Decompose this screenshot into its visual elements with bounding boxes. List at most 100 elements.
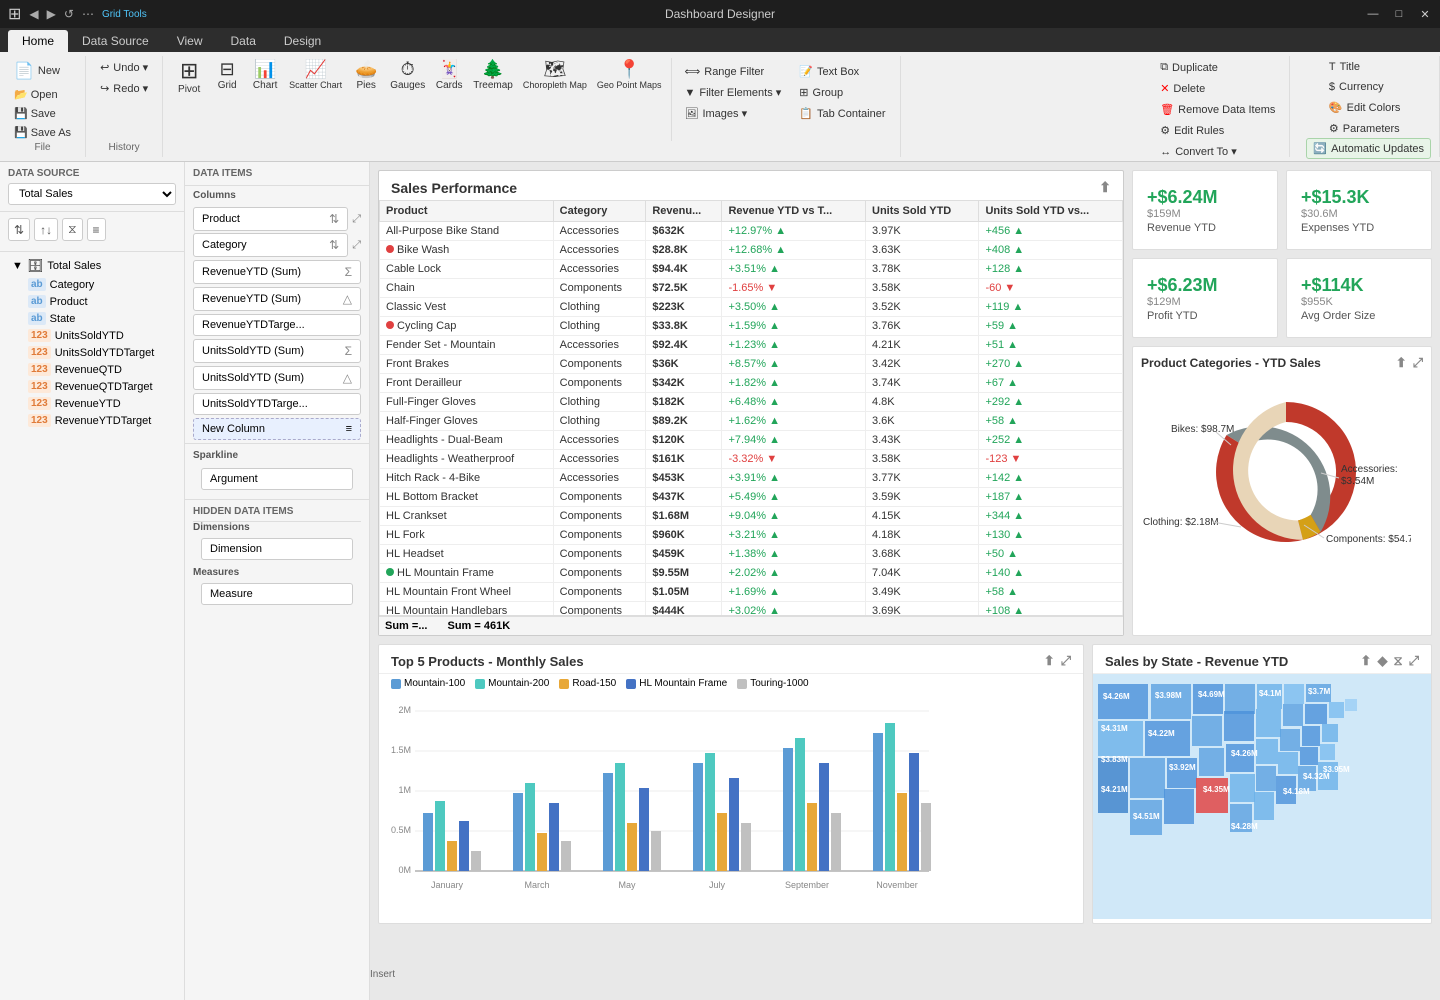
minimize-btn[interactable]: — — [1366, 7, 1380, 21]
insert-geopoint-btn[interactable]: 📍 Geo Point Maps — [593, 58, 666, 92]
table-row[interactable]: HL Mountain Frame Components $9.55M +2.0… — [380, 564, 1123, 583]
insert-choropleth-btn[interactable]: 🗺 Choropleth Map — [519, 58, 591, 92]
field-revenueytdtarget[interactable]: 123 RevenueYTDTarget — [24, 412, 176, 429]
table-row[interactable]: Chain Components $72.5K -1.65% ▼ 3.58K -… — [380, 279, 1123, 298]
map-icons[interactable]: ⬆ ◆ ⧖ ⤢ — [1361, 653, 1419, 669]
field-unitsytd[interactable]: 123 UnitsSoldYTD — [24, 327, 176, 344]
col-revytd-sum2-btn[interactable]: RevenueYTD (Sum) △ — [193, 287, 361, 311]
col-category[interactable]: Category — [553, 201, 646, 222]
fullscreen-icon-2[interactable]: ⤢ — [1061, 653, 1071, 669]
export-icon-3[interactable]: ⬆ — [1361, 653, 1372, 669]
table-row[interactable]: HL Crankset Components $1.68M +9.04% ▲ 4… — [380, 507, 1123, 526]
argument-btn[interactable]: Argument — [201, 468, 353, 490]
field-state[interactable]: ab State — [24, 310, 176, 327]
insert-pivot-btn[interactable]: ⊞ Pivot — [171, 58, 207, 97]
saveas-btn[interactable]: 💾 Save As — [8, 124, 77, 141]
filter-icon[interactable]: ⧖ — [1393, 653, 1402, 669]
tab-home[interactable]: Home — [8, 30, 68, 52]
new-btn[interactable]: 📄 New — [8, 58, 77, 84]
remove-data-btn[interactable]: 🗑 Remove Data Items — [1154, 100, 1281, 119]
col-unitsytd-sum2-btn[interactable]: UnitsSoldYTD (Sum) △ — [193, 366, 361, 390]
field-unitstarget[interactable]: 123 UnitsSoldYTDTarget — [24, 344, 176, 361]
field-revenueqtd[interactable]: 123 RevenueQTD — [24, 361, 176, 378]
insert-chart-btn[interactable]: 📊 Chart — [247, 58, 283, 93]
table-row[interactable]: Cycling Cap Clothing $33.8K +1.59% ▲ 3.7… — [380, 317, 1123, 336]
field-product[interactable]: ab Product — [24, 293, 176, 310]
table-row[interactable]: Fender Set - Mountain Accessories $92.4K… — [380, 336, 1123, 355]
col-category-btn[interactable]: Category ⇅ — [193, 233, 348, 257]
insert-pies-btn[interactable]: 🥧 Pies — [348, 58, 384, 93]
fullscreen-icon-3[interactable]: ⤢ — [1409, 653, 1419, 669]
table-row[interactable]: HL Headset Components $459K +1.38% ▲ 3.6… — [380, 545, 1123, 564]
table-row[interactable]: Headlights - Weatherproof Accessories $1… — [380, 450, 1123, 469]
col-unitsytd-sum1-btn[interactable]: UnitsSoldYTD (Sum) Σ — [193, 339, 361, 363]
open-btn[interactable]: 📂 Open — [8, 86, 77, 103]
parameters-btn[interactable]: ⚙ Parameters — [1323, 119, 1406, 138]
table-row[interactable]: All-Purpose Bike Stand Accessories $632K… — [380, 222, 1123, 241]
tree-root[interactable]: ▼ 🗄 Total Sales — [8, 256, 176, 276]
field-revenueytd[interactable]: 123 RevenueYTD — [24, 395, 176, 412]
edit-rules-btn[interactable]: ⚙ Edit Rules — [1154, 121, 1230, 140]
diamond-icon[interactable]: ◆ — [1377, 653, 1387, 669]
expand-category-icon[interactable]: ⤢ — [352, 239, 361, 252]
title-btn[interactable]: T Title — [1323, 58, 1366, 76]
col-revytd-sum1-btn[interactable]: RevenueYTD (Sum) Σ — [193, 260, 361, 284]
table-row[interactable]: Classic Vest Clothing $223K +3.50% ▲ 3.5… — [380, 298, 1123, 317]
pie-icons[interactable]: ⬆ ⤢ — [1396, 355, 1423, 371]
dimension-btn[interactable]: Dimension — [201, 538, 353, 560]
table-row[interactable]: HL Fork Components $960K +3.21% ▲ 4.18K … — [380, 526, 1123, 545]
field-revenueqtdtarget[interactable]: 123 RevenueQTDTarget — [24, 378, 176, 395]
images-btn[interactable]: 🖼 Images ▾ — [678, 104, 787, 123]
table-row[interactable]: Cable Lock Accessories $94.4K +3.51% ▲ 3… — [380, 260, 1123, 279]
close-btn[interactable]: ✕ — [1418, 7, 1432, 21]
table-row[interactable]: Hitch Rack - 4-Bike Accessories $453K +3… — [380, 469, 1123, 488]
measure-btn[interactable]: Measure — [201, 583, 353, 605]
window-controls[interactable]: — □ ✕ — [1366, 7, 1432, 21]
tab-data[interactable]: Data — [217, 30, 270, 52]
chart-icons[interactable]: ⬆ ⤢ — [1044, 653, 1071, 669]
save-btn[interactable]: 💾 Save — [8, 105, 77, 122]
group-btn[interactable]: ⊞ Group — [793, 83, 891, 102]
delete-btn[interactable]: ✕ Delete — [1154, 79, 1211, 98]
table-row[interactable]: HL Bottom Bracket Components $437K +5.49… — [380, 488, 1123, 507]
export-icon-2[interactable]: ⬆ — [1044, 653, 1055, 669]
maximize-btn[interactable]: □ — [1392, 7, 1406, 21]
col-unitsytdvs[interactable]: Units Sold YTD vs... — [979, 201, 1123, 222]
table-row[interactable]: Front Brakes Components $36K +8.57% ▲ 3.… — [380, 355, 1123, 374]
currency-btn[interactable]: $ Currency — [1323, 78, 1390, 96]
col-revytdvst[interactable]: Revenue YTD vs T... — [722, 201, 866, 222]
fullscreen-icon[interactable]: ⤢ — [1413, 355, 1423, 371]
table-row[interactable]: Full-Finger Gloves Clothing $182K +6.48%… — [380, 393, 1123, 412]
auto-updates-btn[interactable]: 🔄 Automatic Updates — [1306, 138, 1431, 159]
table-row[interactable]: Bike Wash Accessories $28.8K +12.68% ▲ 3… — [380, 241, 1123, 260]
new-column-btn[interactable]: New Column ≡ — [193, 418, 361, 440]
sort-asc-btn[interactable]: ⇅ — [8, 218, 30, 241]
more-btn[interactable]: ≡ — [87, 218, 106, 241]
range-filter-btn[interactable]: ⟺ Range Filter — [678, 62, 787, 81]
col-revytdtarget-btn[interactable]: RevenueYTDTarge... — [193, 314, 361, 336]
table-row[interactable]: Half-Finger Gloves Clothing $89.2K +1.62… — [380, 412, 1123, 431]
undo-btn[interactable]: ↩ Undo ▾ — [94, 58, 154, 77]
edit-colors-btn[interactable]: 🎨 Edit Colors — [1323, 98, 1407, 117]
sales-table-scroll[interactable]: Product Category Revenu... Revenue YTD v… — [379, 200, 1123, 615]
field-category[interactable]: ab Category — [24, 276, 176, 293]
textbox-btn[interactable]: 📝 Text Box — [793, 62, 891, 81]
table-row[interactable]: Front Derailleur Components $342K +1.82%… — [380, 374, 1123, 393]
datasource-select[interactable]: Total Sales — [8, 183, 176, 205]
insert-scatter-btn[interactable]: 📈 Scatter Chart — [285, 58, 346, 92]
table-row[interactable]: HL Mountain Handlebars Components $444K … — [380, 602, 1123, 616]
insert-grid-btn[interactable]: ⊟ Grid — [209, 58, 245, 93]
col-product-btn[interactable]: Product ⇅ — [193, 207, 348, 231]
tab-design[interactable]: Design — [270, 30, 335, 52]
convert-to-btn[interactable]: ↔ Convert To ▾ — [1154, 142, 1243, 161]
tab-datasource[interactable]: Data Source — [68, 30, 163, 52]
table-row[interactable]: HL Mountain Front Wheel Components $1.05… — [380, 583, 1123, 602]
insert-gauges-btn[interactable]: ⏱ Gauges — [386, 58, 429, 93]
insert-cards-btn[interactable]: 🃏 Cards — [431, 58, 467, 93]
col-unitsytd[interactable]: Units Sold YTD — [866, 201, 979, 222]
share-icon[interactable]: ⬆ — [1396, 355, 1407, 371]
filter-elements-btn[interactable]: ▼ Filter Elements ▾ — [678, 83, 787, 102]
col-product[interactable]: Product — [380, 201, 554, 222]
insert-treemap-btn[interactable]: 🌲 Treemap — [469, 58, 517, 93]
tab-view[interactable]: View — [163, 30, 217, 52]
